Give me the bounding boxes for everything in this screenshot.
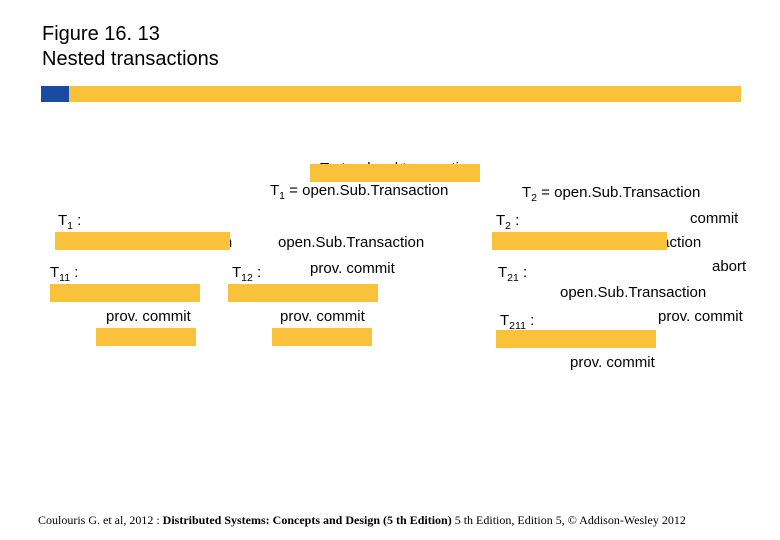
bar-orange xyxy=(69,86,741,102)
node-box-t12 xyxy=(228,284,378,302)
label-open-4: open.Sub.Transaction xyxy=(560,284,706,301)
header-color-bar xyxy=(41,86,741,102)
t1n-sym: T xyxy=(58,212,67,229)
label-t2-eq: T2 = open.Sub.Transaction xyxy=(522,184,700,204)
label-t1-eq: T1 = open.Sub.Transaction xyxy=(270,182,448,202)
label-t1-node: T1 : xyxy=(58,212,81,232)
t1-sym: T xyxy=(270,182,279,199)
label-abort: abort xyxy=(712,258,746,275)
node-box-t211 xyxy=(496,330,656,348)
t12n-sym: T xyxy=(232,264,241,281)
t11n-sub: 11 xyxy=(59,272,70,284)
t2-eq-text: = open.Sub.Transaction xyxy=(537,184,700,201)
bar-blue xyxy=(41,86,69,102)
label-t2-node: T2 : xyxy=(496,212,519,232)
label-t21-node: T21 : xyxy=(498,264,527,284)
citation-bold: Distributed Systems: Concepts and Design… xyxy=(163,513,452,527)
label-t12-node: T12 : xyxy=(232,264,261,284)
t11n-colon: : xyxy=(70,264,78,281)
node-box-t11b xyxy=(96,328,196,346)
figure-title-block: Figure 16. 13 Nested transactions xyxy=(42,22,219,72)
t2n-sym: T xyxy=(496,212,505,229)
node-box-t2 xyxy=(492,232,667,250)
figure-title: Nested transactions xyxy=(42,47,219,72)
label-provcommit-t21: prov. commit xyxy=(658,308,743,325)
label-commit: commit xyxy=(690,210,738,227)
t1-eq-text: = open.Sub.Transaction xyxy=(285,182,448,199)
label-t11-node: T11 : xyxy=(50,264,78,284)
t2-sym: T xyxy=(522,184,531,201)
t12n-sub: 12 xyxy=(241,272,253,284)
node-box-t11 xyxy=(50,284,200,302)
citation: Coulouris G. et al, 2012 : Distributed S… xyxy=(38,513,686,528)
t21n-sym: T xyxy=(498,264,507,281)
t211n-sym: T xyxy=(500,312,509,329)
label-provcommit-t11: prov. commit xyxy=(106,308,191,325)
t12n-colon: : xyxy=(253,264,261,281)
t11n-sym: T xyxy=(50,264,59,281)
label-open-2: open.Sub.Transaction xyxy=(278,234,424,251)
label-provcommit-t12b: prov. commit xyxy=(280,308,365,325)
t21n-colon: : xyxy=(519,264,527,281)
t211n-colon: : xyxy=(526,312,534,329)
node-box-t1 xyxy=(55,232,230,250)
label-provcommit-t211: prov. commit xyxy=(570,354,655,371)
t1n-colon: : xyxy=(73,212,81,229)
t2n-colon: : xyxy=(511,212,519,229)
node-box-t12b xyxy=(272,328,372,346)
node-box-t xyxy=(310,164,480,182)
t21n-sub: 21 xyxy=(507,272,519,284)
figure-number: Figure 16. 13 xyxy=(42,22,219,47)
label-t211-node: T211 : xyxy=(500,312,534,332)
citation-pre: Coulouris G. et al, 2012 : xyxy=(38,513,163,527)
citation-post: 5 th Edition, Edition 5, © Addison-Wesle… xyxy=(452,513,686,527)
label-provcommit-t12: prov. commit xyxy=(310,260,395,277)
